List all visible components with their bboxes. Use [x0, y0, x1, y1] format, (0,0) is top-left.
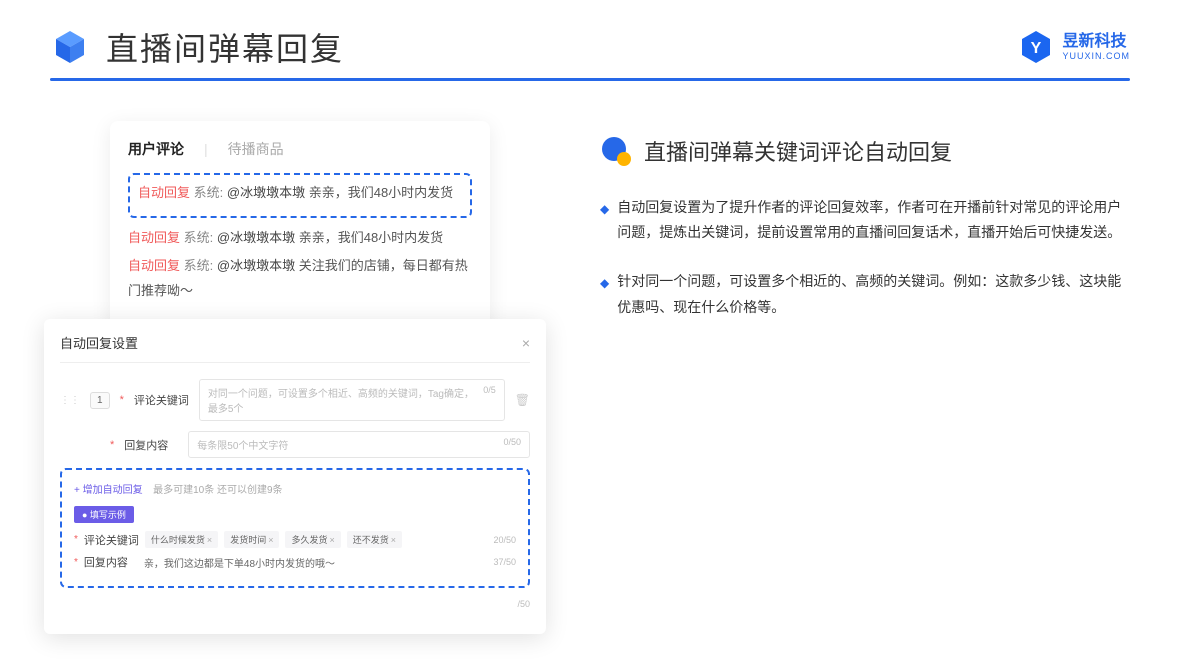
- index-number: 1: [90, 392, 110, 409]
- comments-card: 用户评论 | 待播商品 自动回复 系统: @冰墩墩本墩 亲亲，我们48小时内发货…: [110, 121, 490, 332]
- example-keyword-count: 20/50: [493, 535, 516, 545]
- auto-reply-tag: 自动回复: [128, 230, 180, 245]
- content-input[interactable]: 每条限50个中文字符 0/50: [188, 431, 530, 458]
- highlighted-comment: 自动回复 系统: @冰墩墩本墩 亲亲，我们48小时内发货: [128, 173, 472, 218]
- tab-user-comments[interactable]: 用户评论: [128, 139, 184, 159]
- tab-separator: |: [204, 141, 208, 157]
- auto-reply-tag: 自动回复: [138, 185, 190, 200]
- keyword-chip[interactable]: 发货时间×: [224, 531, 279, 548]
- screenshots-area: 用户评论 | 待播商品 自动回复 系统: @冰墩墩本墩 亲亲，我们48小时内发货…: [50, 121, 550, 591]
- example-keyword-label: 评论关键词: [84, 532, 139, 548]
- chip-remove-icon[interactable]: ×: [268, 535, 273, 545]
- header-divider: [50, 78, 1130, 81]
- brand-name: 昱新科技: [1062, 33, 1130, 51]
- svg-text:Y: Y: [1031, 40, 1042, 57]
- keyword-chip[interactable]: 什么时候发货×: [145, 531, 218, 548]
- content-label: 回复内容: [124, 437, 178, 453]
- example-box: + 增加自动回复 最多可建10条 还可以创建9条 ● 填写示例 * 评论关键词 …: [60, 468, 530, 588]
- required-dot: *: [110, 439, 114, 451]
- trash-icon[interactable]: 🗑: [515, 393, 530, 407]
- tab-pending-goods[interactable]: 待播商品: [228, 139, 284, 159]
- chip-remove-icon[interactable]: ×: [329, 535, 334, 545]
- auto-reply-tag: 自动回复: [128, 258, 180, 273]
- tail-count: /50: [517, 599, 530, 609]
- required-dot: *: [74, 557, 78, 568]
- user-mention: @冰墩墩本墩: [217, 258, 295, 273]
- chat-bubble-icon: [600, 135, 632, 167]
- cube-icon: [50, 27, 90, 67]
- keyword-label: 评论关键词: [134, 392, 189, 408]
- keyword-count: 0/5: [483, 385, 496, 415]
- section-title: 直播间弹幕关键词评论自动回复: [644, 135, 952, 167]
- content-count: 0/50: [503, 437, 521, 452]
- keyword-placeholder: 对同一个问题，可设置多个相近、高频的关键词，Tag确定，最多5个: [208, 385, 483, 415]
- close-icon[interactable]: ×: [522, 335, 530, 351]
- header: 直播间弹幕回复 Y 昱新科技 YUUXIN.COM: [50, 24, 1130, 70]
- page-title: 直播间弹幕回复: [106, 24, 344, 70]
- required-dot: *: [120, 394, 124, 406]
- system-tag: 系统:: [184, 258, 214, 273]
- add-reply-link[interactable]: + 增加自动回复: [74, 485, 143, 496]
- chip-remove-icon[interactable]: ×: [207, 535, 212, 545]
- diamond-bullet-icon: ◆: [600, 273, 609, 319]
- example-content-label: 回复内容: [84, 554, 138, 570]
- example-content-count: 37/50: [493, 557, 516, 567]
- keyword-input[interactable]: 对同一个问题，可设置多个相近、高频的关键词，Tag确定，最多5个 0/5: [199, 379, 505, 421]
- user-mention: @冰墩墩本墩: [227, 185, 305, 200]
- bullet-text: 自动回复设置为了提升作者的评论回复效率，作者可在开播前针对常见的评论用户问题，提…: [617, 195, 1130, 245]
- comment-text: 亲亲，我们48小时内发货: [309, 185, 453, 200]
- logo-icon: Y: [1018, 29, 1054, 65]
- comment-text: 亲亲，我们48小时内发货: [299, 230, 443, 245]
- diamond-bullet-icon: ◆: [600, 199, 609, 245]
- explanation-panel: 直播间弹幕关键词评论自动回复 ◆ 自动回复设置为了提升作者的评论回复效率，作者可…: [600, 121, 1130, 344]
- bullet-text: 针对同一个问题，可设置多个相近的、高频的关键词。例如：这款多少钱、这块能优惠吗、…: [617, 269, 1130, 319]
- bullet-item: ◆ 自动回复设置为了提升作者的评论回复效率，作者可在开播前针对常见的评论用户问题…: [600, 195, 1130, 245]
- user-mention: @冰墩墩本墩: [217, 230, 295, 245]
- drag-handle-icon[interactable]: ⋮⋮: [60, 395, 80, 406]
- content-placeholder: 每条限50个中文字符: [197, 437, 288, 452]
- brand-sub: YUUXIN.COM: [1062, 51, 1130, 61]
- required-dot: *: [74, 534, 78, 545]
- system-tag: 系统:: [194, 185, 224, 200]
- add-hint: 最多可建10条 还可以创建9条: [153, 485, 282, 496]
- bullet-item: ◆ 针对同一个问题，可设置多个相近的、高频的关键词。例如：这款多少钱、这块能优惠…: [600, 269, 1130, 319]
- keyword-chip[interactable]: 还不发货×: [347, 531, 402, 548]
- example-content-value: 亲，我们这边都是下单48小时内发货的哦～: [144, 555, 335, 570]
- system-tag: 系统:: [184, 230, 214, 245]
- modal-title: 自动回复设置: [60, 333, 138, 352]
- settings-modal: 自动回复设置 × ⋮⋮ 1 * 评论关键词 对同一个问题，可设置多个相近、高频的…: [44, 319, 546, 634]
- brand-logo: Y 昱新科技 YUUXIN.COM: [1018, 29, 1130, 65]
- example-badge: ● 填写示例: [74, 506, 134, 523]
- chip-remove-icon[interactable]: ×: [391, 535, 396, 545]
- keyword-chip[interactable]: 多久发货×: [285, 531, 340, 548]
